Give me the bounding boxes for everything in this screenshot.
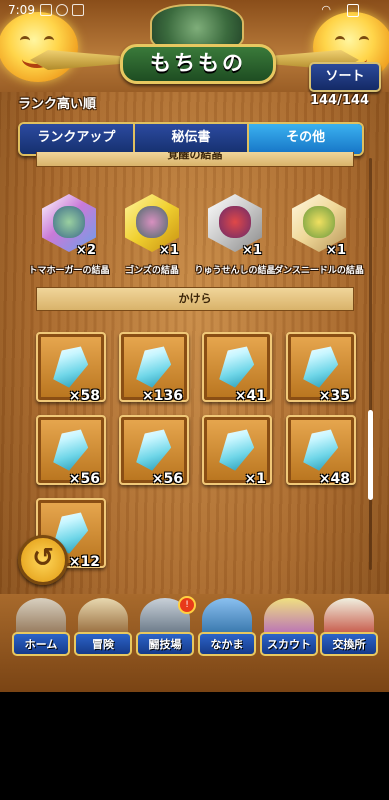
slime-eye <box>20 36 30 45</box>
monster-portrait <box>136 206 168 238</box>
item-quantity: ×136 <box>142 388 183 404</box>
crystal-shard-icon <box>131 422 177 473</box>
nav-exchange[interactable]: 交換所 <box>320 594 378 660</box>
item-quantity: ×12 <box>68 554 100 570</box>
status-time: 7:09 <box>8 3 35 17</box>
nav-party[interactable]: なかま <box>198 594 256 660</box>
monster-portrait <box>303 206 335 238</box>
item-quantity: ×2 <box>76 243 96 258</box>
system-navigation-area <box>0 692 389 800</box>
crystal-shard-icon <box>298 339 344 390</box>
tab-secret-book[interactable]: 秘伝書 <box>134 124 250 154</box>
nav-home[interactable]: ホーム <box>12 594 70 660</box>
nav-scout[interactable]: スカウト <box>260 594 318 660</box>
shard-item[interactable]: ×41 <box>202 332 272 404</box>
orb-item[interactable]: ×2 <box>36 190 102 258</box>
shard-item[interactable]: ×136 <box>119 332 189 404</box>
sort-order-label: ランク高い順 <box>18 97 97 112</box>
item-list[interactable]: 覚醒の結晶 ×2 トマホーガーの結晶 ×1 ゴンズの結晶 ×1 りゅうせんしの結… <box>0 152 389 592</box>
nav-label: 交換所 <box>320 632 378 656</box>
bottom-navigation: ホーム 冒険 ! 闘技場 なかま スカウト 交換所 <box>0 594 389 692</box>
orb-name: ダンスニードルの結晶 <box>274 266 364 276</box>
nav-label: なかま <box>198 632 256 656</box>
item-quantity: ×35 <box>318 388 350 404</box>
crystal-shard-icon <box>131 339 177 390</box>
alert-badge: ! <box>178 596 196 614</box>
scrollbar-thumb[interactable] <box>368 410 373 500</box>
notification-icon <box>40 4 52 16</box>
crystal-shard-icon <box>214 422 260 473</box>
nav-adventure[interactable]: 冒険 <box>74 594 132 660</box>
section-header-orbs: 覚醒の結晶 <box>36 152 354 167</box>
shard-item[interactable]: ×48 <box>286 415 356 487</box>
crystal-shard-icon <box>48 339 94 390</box>
wifi-icon: ◠ <box>321 3 331 16</box>
section-header-shards: かけら <box>36 287 354 311</box>
category-tabs: ランクアップ 秘伝書 その他 <box>18 122 364 156</box>
item-quantity: ×56 <box>68 471 100 487</box>
item-quantity: ×41 <box>234 388 266 404</box>
slime-eye <box>335 36 345 45</box>
slime-eye <box>44 36 54 45</box>
orb-item[interactable]: ×1 <box>202 190 268 258</box>
item-quantity: ×1 <box>326 243 346 258</box>
orb-name: ゴンズの結晶 <box>125 266 179 276</box>
orb-name: トマホーガーの結晶 <box>28 266 110 276</box>
crystal-shard-icon <box>298 422 344 473</box>
ghost-icon <box>56 4 68 16</box>
notification-icon <box>72 4 84 16</box>
item-quantity: ×48 <box>318 471 350 487</box>
shard-item[interactable]: ×1 <box>202 415 272 487</box>
nav-arena[interactable]: ! 闘技場 <box>136 594 196 660</box>
tab-other[interactable]: その他 <box>249 124 362 154</box>
inventory-screen: もちもの ソート 7:09 ◠ ランク高い順 144/144 ランクアップ 秘伝… <box>0 0 389 692</box>
scrollbar-track[interactable] <box>369 158 372 570</box>
item-quantity: ×1 <box>159 243 179 258</box>
orb-item[interactable]: ×1 <box>119 190 185 258</box>
crystal-shard-icon <box>214 339 260 390</box>
orb-item[interactable]: ×1 <box>286 190 352 258</box>
wing-ornament-left <box>30 50 120 70</box>
monster-portrait <box>53 206 85 238</box>
slime-eye <box>359 36 369 45</box>
item-quantity: ×56 <box>151 471 183 487</box>
shard-item[interactable]: ×35 <box>286 332 356 404</box>
shard-item[interactable]: ×58 <box>36 332 106 404</box>
item-count: 144/144 <box>309 93 369 108</box>
back-arrow-icon: ↺ <box>32 543 54 573</box>
tab-rank-up[interactable]: ランクアップ <box>20 124 135 154</box>
nav-label: 冒険 <box>74 632 132 656</box>
orb-name: りゅうせんしの結晶 <box>194 266 276 276</box>
shard-item[interactable]: ×56 <box>119 415 189 487</box>
nav-label: スカウト <box>260 632 318 656</box>
slime-sun-left-icon <box>0 12 78 82</box>
crystal-shard-icon <box>48 422 94 473</box>
item-quantity: ×1 <box>242 243 262 258</box>
nav-label: ホーム <box>12 632 70 656</box>
item-quantity: ×58 <box>68 388 100 404</box>
status-bar: 7:09 ◠ <box>0 0 389 20</box>
back-button[interactable]: ↺ <box>18 535 68 585</box>
battery-icon <box>347 4 359 17</box>
sort-button[interactable]: ソート <box>309 62 381 92</box>
monster-portrait <box>219 206 251 238</box>
shard-item[interactable]: ×56 <box>36 415 106 487</box>
item-quantity: ×1 <box>244 471 266 487</box>
nav-label: 闘技場 <box>136 632 194 656</box>
page-title: もちもの <box>120 44 276 84</box>
